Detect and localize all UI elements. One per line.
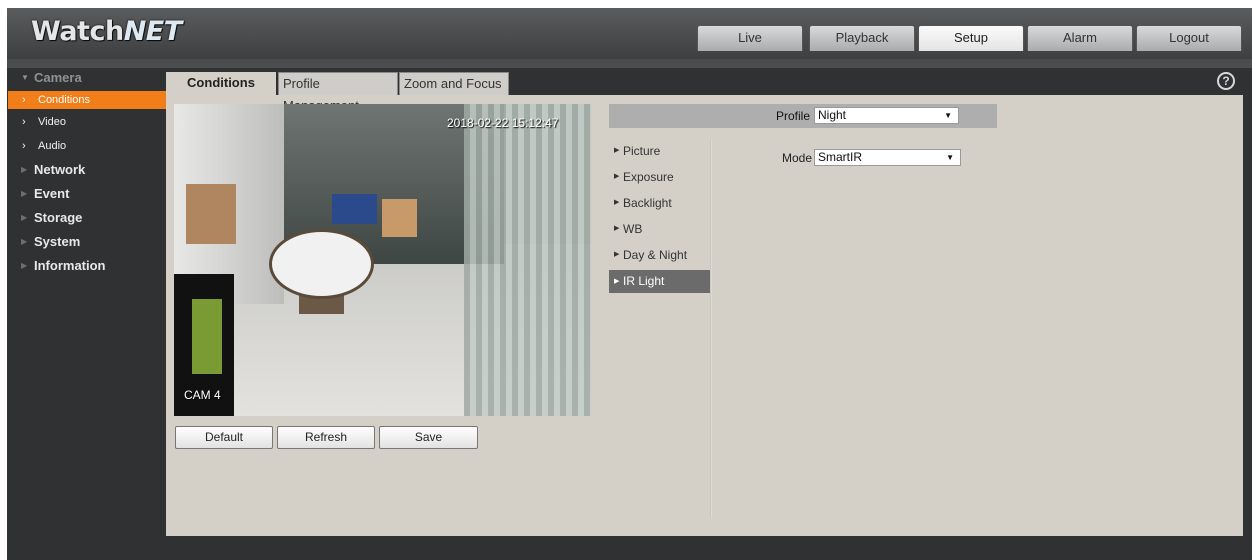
- submenu-label: IR Light: [623, 274, 665, 288]
- submenu-label: Backlight: [623, 196, 672, 210]
- sidebar-subitem-conditions[interactable]: › Conditions: [8, 91, 166, 109]
- submenu-exposure[interactable]: ▶ Exposure: [609, 166, 711, 192]
- sidebar-item-label: System: [34, 234, 81, 249]
- triangle-right-icon: ▶: [614, 147, 620, 154]
- submenu-label: Exposure: [623, 170, 674, 184]
- sidebar-item-system[interactable]: ▶ System: [8, 230, 166, 254]
- chevron-right-icon: ›: [22, 94, 26, 106]
- sidebar-item-network[interactable]: ▶ Network: [8, 158, 166, 182]
- profile-select-value: Night: [818, 108, 847, 122]
- dropdown-arrow-icon: ▼: [946, 153, 954, 162]
- submenu-ir-light[interactable]: ▶ IR Light: [609, 270, 711, 293]
- logo-suffix: NET: [123, 16, 182, 47]
- video-glass-panel: [464, 104, 591, 416]
- triangle-right-icon: ▶: [21, 261, 28, 270]
- mode-select-value: SmartIR: [818, 150, 863, 164]
- submenu-picture[interactable]: ▶ Picture: [609, 140, 711, 166]
- video-box: [382, 199, 417, 237]
- default-button[interactable]: Default: [175, 426, 273, 449]
- sidebar-item-camera[interactable]: ▼ Camera: [8, 66, 166, 90]
- tab-zoom-and-focus[interactable]: Zoom and Focus: [399, 72, 509, 95]
- video-box: [186, 184, 236, 244]
- video-timestamp: 2018-02-22 15:12:47: [447, 116, 559, 130]
- submenu-backlight[interactable]: ▶ Backlight: [609, 192, 711, 218]
- sidebar-item-event[interactable]: ▶ Event: [8, 182, 166, 206]
- sidebar-item-label: Camera: [34, 70, 82, 85]
- logo-prefix: Watch: [31, 16, 124, 47]
- video-fridge-panel: [192, 299, 222, 374]
- triangle-right-icon: ▶: [614, 225, 620, 232]
- tab-profile-management[interactable]: Profile Management: [278, 72, 398, 113]
- triangle-right-icon: ▶: [614, 173, 620, 180]
- video-camera-name: CAM 4: [184, 388, 221, 402]
- header-strip: [7, 59, 1252, 68]
- sidebar: ▼ Camera › Conditions › Video › Audio ▶ …: [8, 66, 166, 278]
- triangle-down-icon: ▼: [21, 73, 29, 82]
- sidebar-item-label: Storage: [34, 210, 83, 225]
- watchnet-logo: WatchNET: [31, 16, 182, 47]
- submenu-divider: [710, 140, 712, 518]
- sidebar-subitem-audio[interactable]: › Audio: [8, 134, 166, 158]
- mode-label: Mode: [782, 151, 813, 165]
- help-icon[interactable]: ?: [1217, 72, 1235, 90]
- mode-select[interactable]: SmartIR ▼: [814, 149, 961, 166]
- triangle-right-icon: ▶: [21, 237, 28, 246]
- nav-tab-setup[interactable]: Setup: [918, 25, 1024, 51]
- triangle-right-icon: ▶: [614, 251, 620, 258]
- nav-tab-logout[interactable]: Logout: [1136, 25, 1242, 51]
- sidebar-item-storage[interactable]: ▶ Storage: [8, 206, 166, 230]
- sidebar-item-label: Event: [34, 186, 70, 201]
- sidebar-subitem-video[interactable]: › Video: [8, 110, 166, 134]
- sidebar-subitem-label: Conditions: [38, 94, 90, 106]
- dropdown-arrow-icon: ▼: [944, 111, 952, 120]
- triangle-right-icon: ▶: [21, 165, 28, 174]
- chevron-right-icon: ›: [22, 116, 26, 128]
- profile-select[interactable]: Night ▼: [814, 107, 959, 124]
- triangle-right-icon: ▶: [614, 199, 620, 206]
- nav-tab-alarm[interactable]: Alarm: [1027, 25, 1133, 51]
- triangle-right-icon: ▶: [614, 278, 620, 285]
- sidebar-item-information[interactable]: ▶ Information: [8, 254, 166, 278]
- submenu-label: WB: [623, 222, 643, 236]
- sidebar-item-label: Network: [34, 162, 86, 177]
- video-preview: 2018-02-22 15:12:47 CAM 4: [174, 104, 591, 416]
- conditions-submenu: ▶ Picture ▶ Exposure ▶ Backlight ▶ WB ▶ …: [609, 140, 711, 293]
- tab-conditions[interactable]: Conditions: [166, 72, 276, 95]
- profile-label: Profile: [776, 109, 811, 123]
- submenu-day-night[interactable]: ▶ Day & Night: [609, 244, 711, 270]
- chevron-right-icon: ›: [22, 140, 26, 152]
- sidebar-subitem-label: Video: [38, 116, 66, 128]
- submenu-label: Day & Night: [623, 248, 688, 262]
- sidebar-subitem-label: Audio: [38, 140, 67, 152]
- triangle-right-icon: ▶: [21, 213, 28, 222]
- nav-tab-playback[interactable]: Playback: [809, 25, 915, 51]
- submenu-label: Picture: [623, 144, 661, 158]
- refresh-button[interactable]: Refresh: [277, 426, 375, 449]
- triangle-right-icon: ▶: [21, 189, 28, 198]
- sidebar-item-label: Information: [34, 258, 106, 273]
- nav-tab-live[interactable]: Live: [697, 25, 803, 51]
- save-button[interactable]: Save: [379, 426, 478, 449]
- video-box: [332, 194, 377, 224]
- submenu-wb[interactable]: ▶ WB: [609, 218, 711, 244]
- video-table: [269, 229, 374, 299]
